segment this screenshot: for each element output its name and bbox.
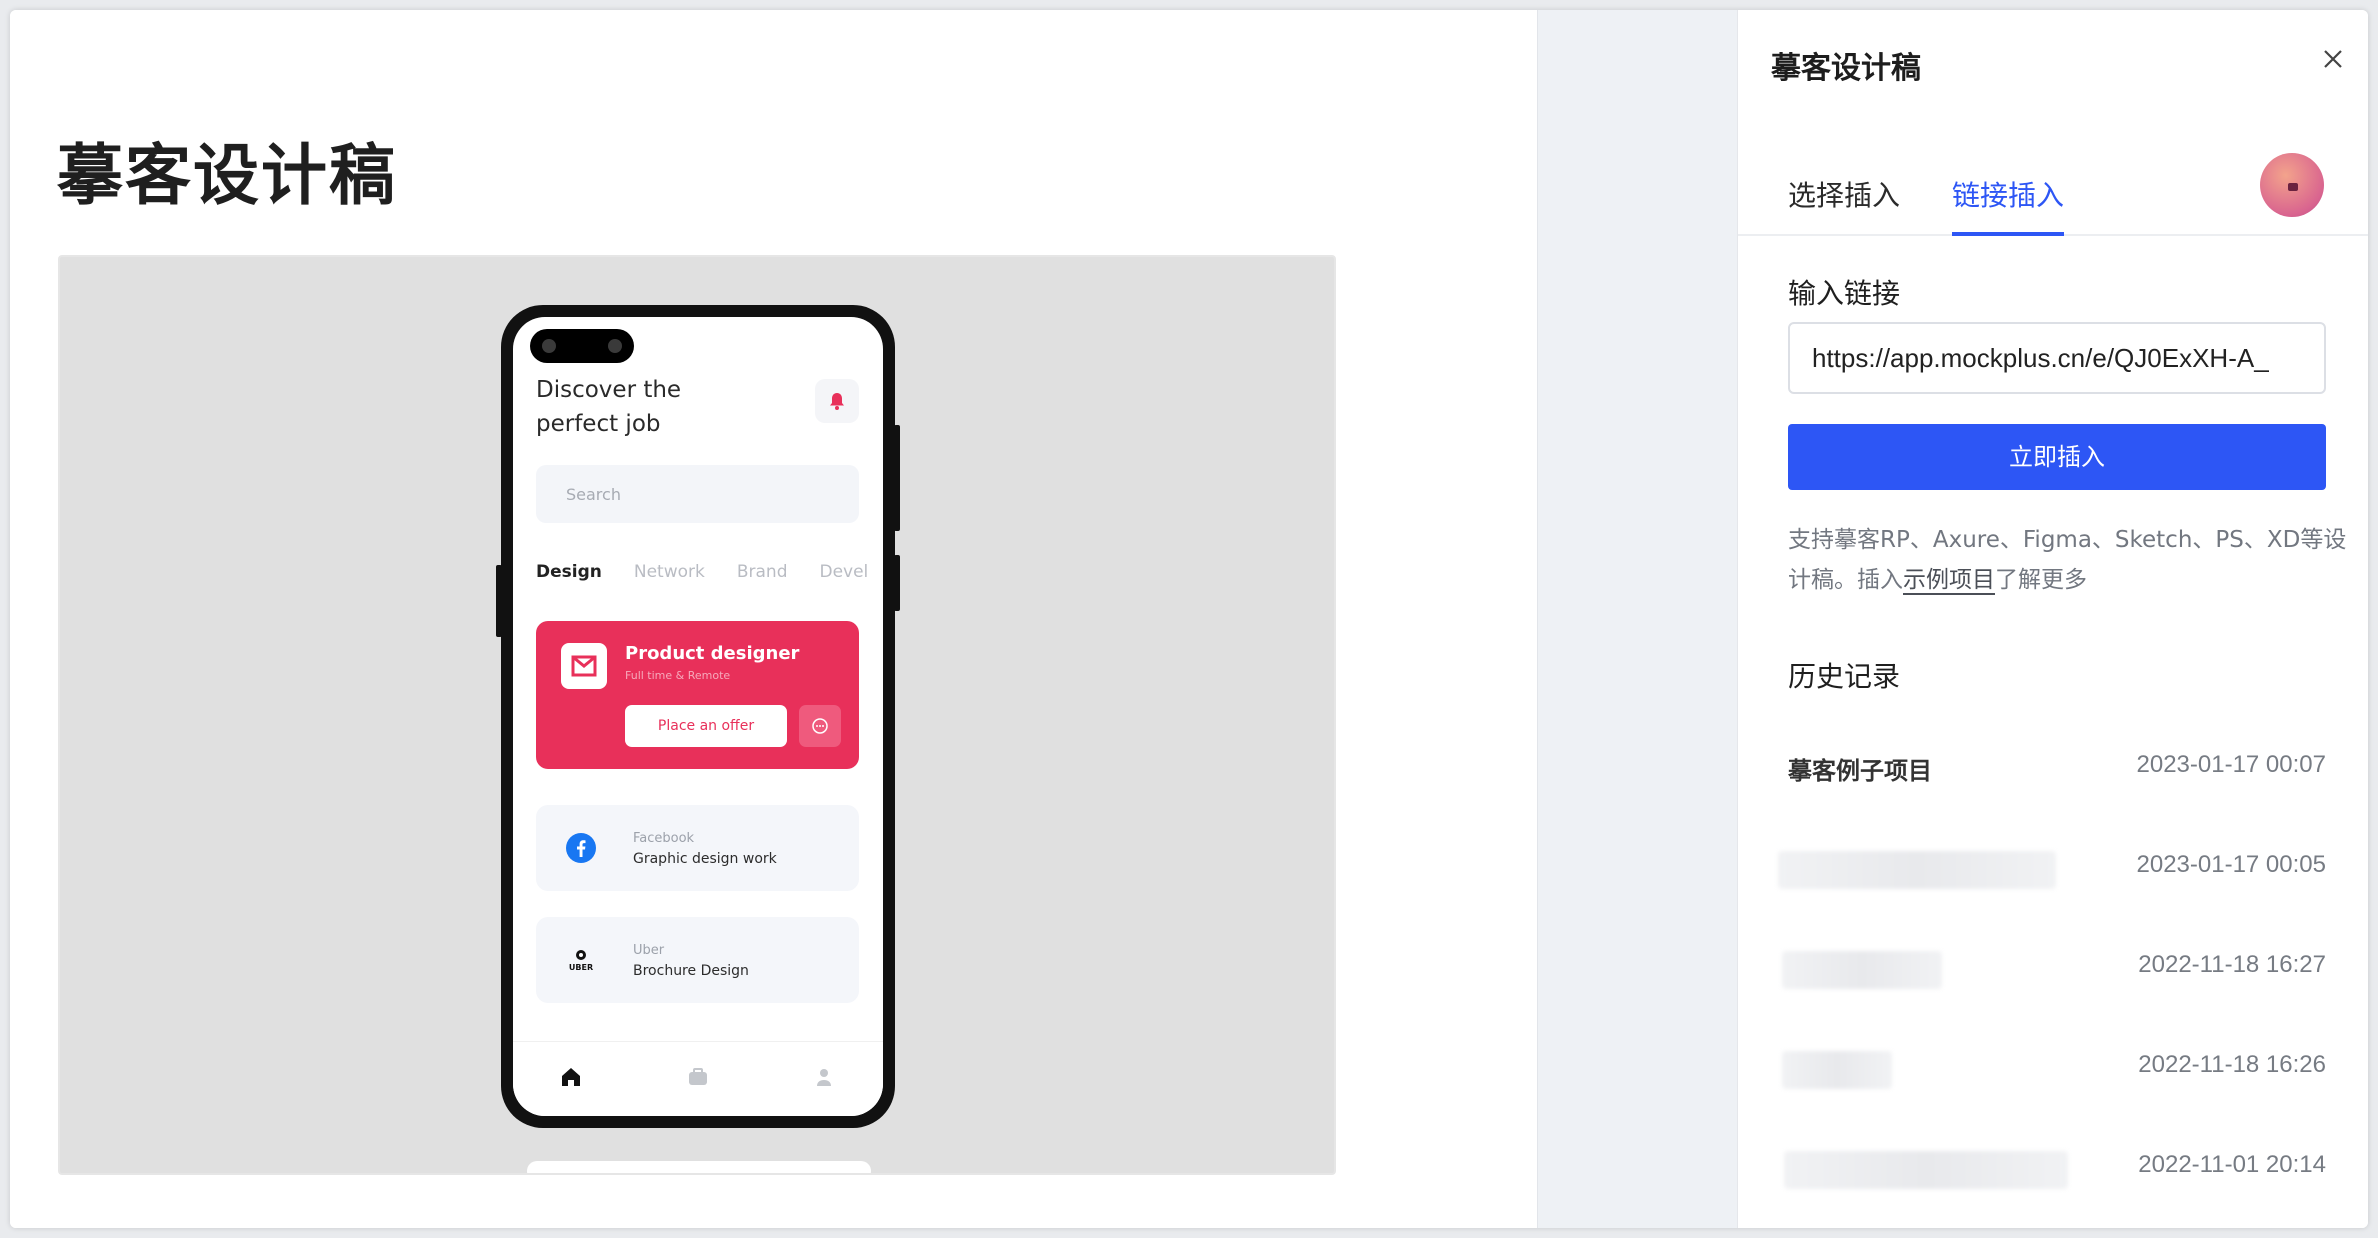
blurred-name xyxy=(1784,1151,2068,1189)
category-tab: Network xyxy=(633,562,705,582)
avatar[interactable] xyxy=(2260,153,2324,217)
bell-icon xyxy=(815,379,859,423)
document-title: 摹客设计稿 xyxy=(57,137,397,214)
blurred-name xyxy=(1782,951,1942,989)
job-role: Graphic design work xyxy=(633,851,777,867)
history-item-date: 2022-11-18 16:27 xyxy=(2138,951,2326,978)
camera-cutout xyxy=(530,329,634,363)
chat-icon xyxy=(799,705,841,747)
job-list-item: Facebook Graphic design work xyxy=(536,805,859,891)
history-item[interactable]: 摹客例子项目 2023-01-17 00:07 xyxy=(1788,743,2326,793)
blurred-name xyxy=(1782,1051,1892,1089)
history-item[interactable]: 2023-01-17 00:05 xyxy=(1778,843,2327,893)
category-tab: Brand xyxy=(736,562,788,582)
history-item-date: 2023-01-17 00:05 xyxy=(2136,851,2327,878)
app-search-field: Search xyxy=(536,465,859,523)
mail-logo-icon xyxy=(561,643,607,689)
phone-side-button xyxy=(496,565,502,637)
supported-formats-hint: 支持摹客RP、Axure、Figma、Sketch、PS、XD等设计稿。插入示例… xyxy=(1788,520,2348,600)
next-artboard-peek xyxy=(527,1161,871,1173)
history-item[interactable]: 2022-11-01 20:14 xyxy=(1784,1143,2326,1193)
home-icon xyxy=(562,1068,580,1086)
profile-icon xyxy=(817,1069,831,1086)
history-item-date: 2022-11-01 20:14 xyxy=(2138,1151,2326,1178)
hint-text: 了解更多 xyxy=(1995,567,2087,593)
design-preview: Discover the perfect job Search Design Ne… xyxy=(58,255,1336,1175)
panel-gutter xyxy=(1537,10,1737,1228)
job-company: Uber xyxy=(633,943,665,958)
tab-select-insert[interactable]: 选择插入 xyxy=(1788,174,1900,232)
history-item-date: 2022-11-18 16:26 xyxy=(2138,1051,2326,1078)
featured-job-subtitle: Full time & Remote xyxy=(625,669,731,682)
facebook-icon xyxy=(566,833,596,863)
app-heading: Discover the perfect job xyxy=(536,377,682,437)
phone-mockup: Discover the perfect job Search Design Ne… xyxy=(496,305,900,1128)
job-role: Brochure Design xyxy=(633,963,749,979)
uber-icon: UBER xyxy=(569,950,593,972)
panel-title: 摹客设计稿 xyxy=(1771,51,1921,86)
tab-link-insert[interactable]: 链接插入 xyxy=(1952,174,2065,236)
phone-side-button xyxy=(894,555,900,611)
document-area: 摹客设计稿 Discover the perfect job Search De… xyxy=(10,10,1537,1228)
category-tabs: Design Network Brand Devel xyxy=(536,562,883,582)
job-list-item: UBER Uber Brochure Design xyxy=(536,917,859,1003)
history-item[interactable]: 2022-11-18 16:27 xyxy=(1782,943,2326,993)
insert-panel: 摹客设计稿 选择插入 链接插入 输入链接 立即插入 支持摹客RP、Axure、F… xyxy=(1737,10,2368,1228)
job-company: Facebook xyxy=(633,831,695,846)
example-project-link[interactable]: 示例项目 xyxy=(1903,567,1995,595)
history-item-date: 2023-01-17 00:07 xyxy=(2136,751,2327,778)
featured-job-card: Product designer Full time & Remote Plac… xyxy=(536,621,859,769)
briefcase-icon xyxy=(689,1068,707,1085)
phone-screen: Discover the perfect job Search Design Ne… xyxy=(513,317,883,1116)
blurred-name xyxy=(1778,851,2056,889)
history-item-name: 摹客例子项目 xyxy=(1788,757,1932,785)
category-tab: Design xyxy=(536,562,602,582)
place-offer-button: Place an offer xyxy=(625,705,787,747)
insert-design-dialog: 摹客设计稿 Discover the perfect job Search De… xyxy=(10,10,2368,1228)
close-icon[interactable] xyxy=(2318,44,2348,74)
category-tab: Devel xyxy=(819,562,869,582)
phone-side-button xyxy=(894,425,900,531)
history-item[interactable]: 2022-11-18 16:26 xyxy=(1782,1043,2326,1093)
insert-now-button[interactable]: 立即插入 xyxy=(1788,424,2326,490)
featured-job-title: Product designer xyxy=(625,643,800,664)
link-input[interactable] xyxy=(1788,322,2326,394)
history-label: 历史记录 xyxy=(1788,660,1901,693)
svg-text:UBER: UBER xyxy=(569,963,593,972)
app-tab-bar xyxy=(513,1041,883,1116)
link-input-label: 输入链接 xyxy=(1788,277,1901,310)
